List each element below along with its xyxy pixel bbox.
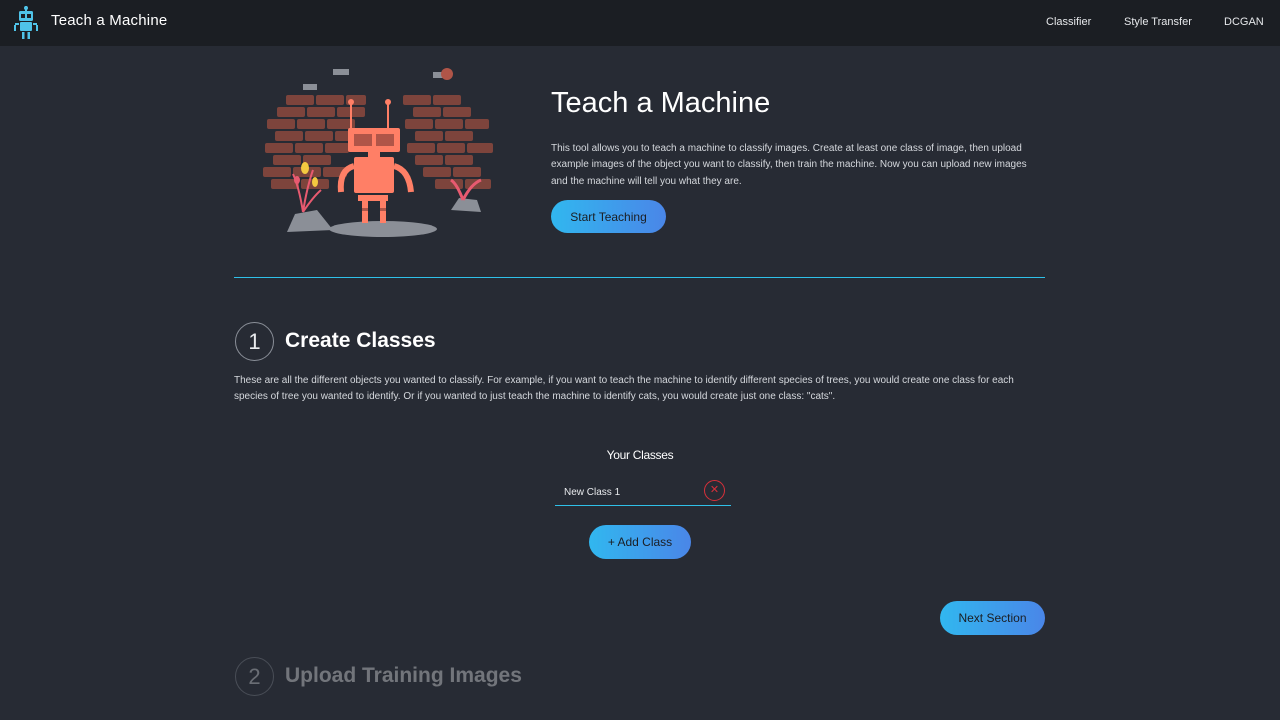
section-title-upload-training-images: Upload Training Images [285,664,522,687]
add-class-button[interactable]: + Add Class [589,525,691,559]
create-classes-description: These are all the different objects you … [234,375,1014,403]
section-title-create-classes: Create Classes [285,329,436,352]
hero-title: Teach a Machine [551,87,771,119]
next-section-button[interactable]: Next Section [940,601,1045,635]
start-teaching-button[interactable]: Start Teaching [551,200,666,233]
robot-brick-wall-illustration [263,68,493,237]
nav-link-dcgan[interactable]: DCGAN [1224,16,1264,28]
brand-title[interactable]: Teach a Machine [51,12,167,29]
nav-link-style-transfer[interactable]: Style Transfer [1124,16,1192,28]
close-circle-icon[interactable]: ✕ [704,480,725,501]
top-navbar: Teach a Machine Classifier Style Transfe… [0,0,1280,46]
your-classes-label: Your Classes [606,448,674,462]
step-number-1: 1 [235,322,274,361]
nav-link-classifier[interactable]: Classifier [1046,16,1091,28]
robot-icon[interactable] [13,6,39,40]
section-divider [234,277,1045,278]
step-number-2: 2 [235,657,274,696]
hero-description: This tool allows you to teach a machine … [551,143,1027,187]
